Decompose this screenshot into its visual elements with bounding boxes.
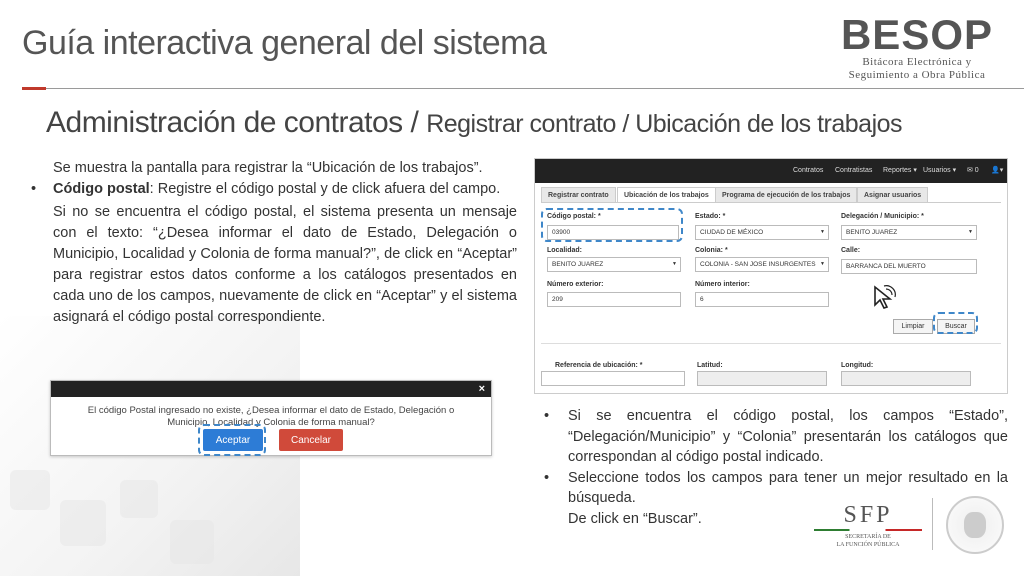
limpiar-button[interactable]: Limpiar <box>893 319 933 334</box>
background-square <box>60 500 106 546</box>
section-subtitle: Administración de contratos / Registrar … <box>46 106 903 140</box>
subtitle-path: Registrar contrato / Ubicación de los tr… <box>426 110 903 138</box>
cancel-button[interactable]: Cancelar <box>279 429 343 451</box>
calle-value: BARRANCA DEL MUERTO <box>846 263 926 270</box>
colonia-select[interactable]: COLONIA - SAN JOSE INSURGENTES ▼ <box>695 257 829 272</box>
subtitle-main: Administración de contratos / <box>46 106 427 139</box>
intro-text: Se muestra la pantalla para registrar la… <box>53 160 483 176</box>
top-navbar: Contratos Contratistas Reportes ▾ Usuari… <box>535 159 1007 183</box>
bullet-rest: : Registre el código postal y de click a… <box>149 181 501 197</box>
longitud-label: Longitud: <box>841 362 874 369</box>
colonia-value: COLONIA - SAN JOSE INSURGENTES <box>700 261 816 268</box>
chevron-down-icon: ▼ <box>968 229 973 235</box>
logo-line-2: Seguimiento a Obra Pública <box>848 69 986 81</box>
chevron-down-icon: ▼ <box>672 261 677 267</box>
click-buscar-text: De click en “Buscar”. <box>568 510 702 527</box>
latitud-label: Latitud: <box>697 362 723 369</box>
sfp-flag-line <box>814 529 922 531</box>
localidad-select[interactable]: BENITO JUAREZ ▼ <box>547 257 681 272</box>
background-square <box>120 480 158 518</box>
estado-label: Estado: * <box>695 213 726 220</box>
mail-icon[interactable]: ✉ 0 <box>967 159 979 183</box>
form-divider <box>541 343 1001 344</box>
background-square <box>170 520 214 564</box>
bullet-found: Si se encuentra el código postal, los ca… <box>544 406 1008 468</box>
delegacion-value: BENITO JUAREZ <box>846 229 898 236</box>
referencia-label: Referencia de ubicación: * <box>555 362 643 369</box>
accept-highlight <box>198 424 266 456</box>
estado-value: CIUDAD DE MÉXICO <box>700 229 764 236</box>
ext-value: 209 <box>552 296 563 303</box>
chevron-down-icon: ▼ <box>820 261 825 267</box>
ext-label: Número exterior: <box>547 281 604 288</box>
background-square <box>10 470 50 510</box>
bullet-bold: Código postal <box>53 181 150 197</box>
title-divider-accent <box>22 87 46 90</box>
bullet-select-all: Seleccione todos los campos para tener u… <box>544 468 1008 509</box>
localidad-label: Localidad: <box>547 247 583 254</box>
paragraph-not-found: Si no se encuentra el código postal, el … <box>53 204 517 325</box>
right-instructions: Si se encuentra el código postal, los ca… <box>544 406 1008 529</box>
sfp-line-2: LA FUNCIÓN PÚBLICA <box>836 542 900 548</box>
nav-reportes[interactable]: Reportes ▾ <box>883 159 917 183</box>
nav-contratos[interactable]: Contratos <box>793 159 823 183</box>
referencia-input[interactable] <box>541 371 685 386</box>
sfp-logo: SFP SECRETARÍA DE LA FUNCIÓN PÚBLICA <box>808 503 928 549</box>
page-title: Guía interactiva general del sistema <box>22 24 547 62</box>
dialog-message: El código Postal ingresado no existe, ¿D… <box>87 405 455 428</box>
tab-programa[interactable]: Programa de ejecución de los trabajos <box>715 187 858 202</box>
logo-main-text: BESOP <box>840 11 994 58</box>
bullet-codigo-postal: Código postal: Registre el código postal… <box>31 179 517 200</box>
delegacion-select[interactable]: BENITO JUAREZ ▼ <box>841 225 977 240</box>
ext-input[interactable]: 209 <box>547 292 681 307</box>
longitud-input[interactable] <box>841 371 971 386</box>
user-icon[interactable]: 👤▾ <box>991 159 1003 183</box>
tab-asignar-usuarios[interactable]: Asignar usuarios <box>857 187 929 202</box>
pointer-cursor-icon <box>872 285 896 317</box>
int-label: Número interior: <box>695 281 750 288</box>
logo-divider <box>932 498 933 550</box>
confirm-dialog: × El código Postal ingresado no existe, … <box>50 380 492 456</box>
mexico-seal-icon <box>946 496 1004 554</box>
tab-divider <box>541 202 1001 203</box>
estado-select[interactable]: CIUDAD DE MÉXICO ▼ <box>695 225 829 240</box>
app-screenshot: Contratos Contratistas Reportes ▾ Usuari… <box>534 158 1008 394</box>
left-instructions: Se muestra la pantalla para registrar la… <box>31 158 517 328</box>
delegacion-label: Delegación / Municipio: * <box>841 213 924 220</box>
colonia-label: Colonia: * <box>695 247 728 254</box>
nav-usuarios[interactable]: Usuarios ▾ <box>923 159 956 183</box>
close-icon[interactable]: × <box>479 381 485 397</box>
tab-ubicacion[interactable]: Ubicación de los trabajos <box>617 187 716 202</box>
title-divider <box>22 88 1024 89</box>
int-input[interactable]: 6 <box>695 292 829 307</box>
sfp-line-1: SECRETARÍA DE <box>845 534 891 540</box>
calle-label: Calle: <box>841 247 861 254</box>
nav-contratistas[interactable]: Contratistas <box>835 159 872 183</box>
chevron-down-icon: ▼ <box>820 229 825 235</box>
tab-registrar-contrato[interactable]: Registrar contrato <box>541 187 616 202</box>
buscar-highlight <box>933 312 978 334</box>
localidad-value: BENITO JUAREZ <box>552 261 604 268</box>
calle-input[interactable]: BARRANCA DEL MUERTO <box>841 259 977 274</box>
int-value: 6 <box>700 296 704 303</box>
cp-highlight <box>541 208 683 242</box>
besop-logo: BESOP Bitácora Electrónica y Seguimiento… <box>832 14 1002 82</box>
sfp-text: SFP <box>843 502 893 528</box>
latitud-input[interactable] <box>697 371 827 386</box>
dialog-header: × <box>51 381 491 397</box>
